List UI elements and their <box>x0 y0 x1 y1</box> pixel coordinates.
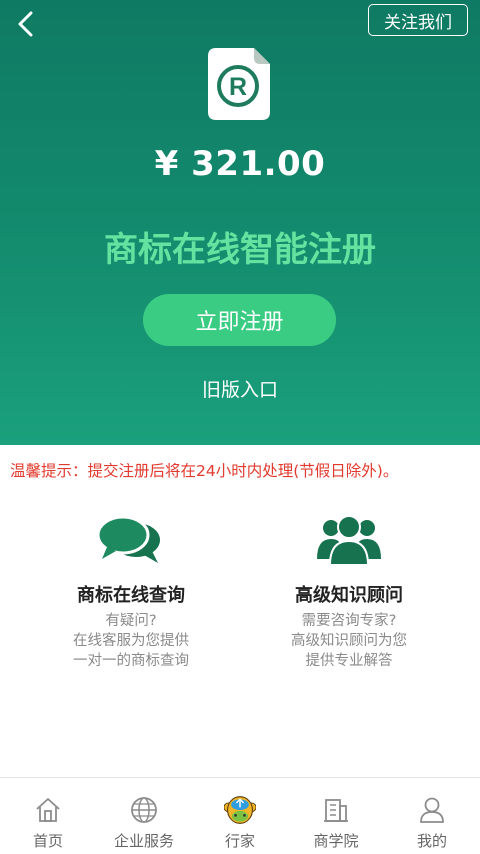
building-icon <box>324 799 348 822</box>
svg-text:R: R <box>229 73 247 101</box>
feature-trademark-query[interactable]: 商标在线查询 有疑问? 在线客服为您提供 一对一的商标查询 <box>31 515 231 671</box>
feature-title: 高级知识顾问 <box>295 585 403 606</box>
price-text: ¥ 321.00 <box>154 144 326 184</box>
feature-desc-line: 需要咨询专家? <box>301 613 397 629</box>
home-icon <box>36 798 60 822</box>
feature-desc-line: 提供专业解答 <box>305 653 393 669</box>
page-title: 商标在线智能注册 <box>104 230 376 270</box>
follow-us-button[interactable]: 关注我们 <box>368 4 468 36</box>
tab-label: 我的 <box>416 832 447 850</box>
tab-label: 商学院 <box>313 832 359 850</box>
chevron-left-icon <box>18 11 33 37</box>
feature-title: 商标在线查询 <box>77 585 185 606</box>
bottom-tab-bar: 首页 企业服务 行家 商学院 我的 <box>0 777 480 854</box>
feature-desc-line: 高级知识顾问为您 <box>291 633 407 649</box>
globe-icon <box>131 797 157 823</box>
registered-trademark-document-icon: R <box>208 48 270 120</box>
tab-mine[interactable]: 我的 <box>384 778 480 854</box>
tab-label: 行家 <box>224 832 255 850</box>
feature-desc-line: 在线客服为您提供 <box>73 633 189 649</box>
register-now-button[interactable]: 立即注册 <box>143 294 336 346</box>
tab-business-school[interactable]: 商学院 <box>288 778 384 854</box>
people-group-icon <box>317 515 381 565</box>
tab-experts[interactable]: 行家 <box>192 778 288 854</box>
tab-enterprise-services[interactable]: 企业服务 <box>96 778 192 854</box>
monkey-mascot-icon <box>224 796 256 824</box>
tab-home[interactable]: 首页 <box>0 778 96 854</box>
tab-label: 首页 <box>32 832 63 850</box>
user-icon <box>420 797 444 823</box>
feature-senior-advisor[interactable]: 高级知识顾问 需要咨询专家? 高级知识顾问为您 提供专业解答 <box>249 515 449 671</box>
feature-desc-line: 一对一的商标查询 <box>73 653 189 669</box>
hero-banner: 关注我们 R ¥ 321.00 商标在线智能注册 立即注册 旧版入口 <box>0 0 480 445</box>
chat-bubbles-icon <box>98 515 160 563</box>
old-version-link[interactable]: 旧版入口 <box>0 375 480 402</box>
warm-notice: 温馨提示：提交注册后将在24小时内处理(节假日除外)。 <box>10 462 399 480</box>
feature-desc-line: 有疑问? <box>105 613 157 629</box>
back-button[interactable] <box>8 6 44 42</box>
tab-label: 企业服务 <box>113 832 174 850</box>
